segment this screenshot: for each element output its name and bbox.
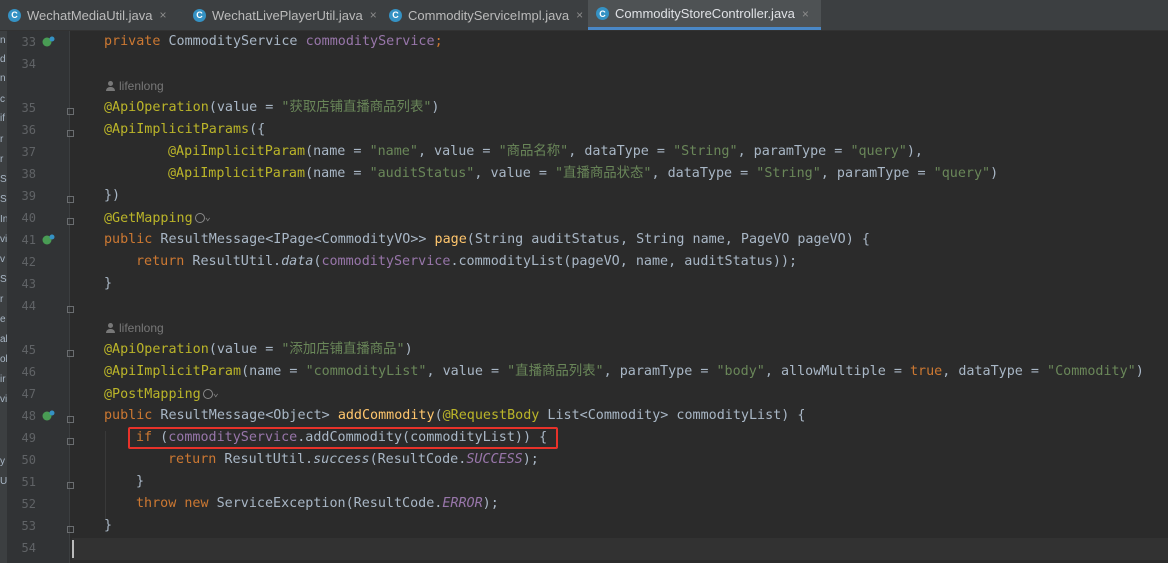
- line-number: 38: [21, 167, 36, 181]
- tab-label: WechatMediaUtil.java: [27, 7, 153, 23]
- editor-gutter: 33 34 35 36 37 38 39 40 41 42 43 44 45 4…: [7, 31, 74, 563]
- code-line-53[interactable]: }: [104, 515, 112, 537]
- project-tree-fragment: ol: [0, 354, 7, 365]
- tab-label: CommodityStoreController.java: [615, 6, 795, 21]
- project-tree-fragment: In: [0, 214, 7, 225]
- line-number: 48: [21, 409, 36, 423]
- code-line-46[interactable]: @ApiImplicitParam(name = "commodityList"…: [104, 361, 1144, 383]
- code-line-50[interactable]: return ResultUtil.success(ResultCode.SUC…: [168, 449, 539, 471]
- line-number: 50: [21, 453, 36, 467]
- code-line-35[interactable]: @ApiOperation(value = "获取店铺直播商品列表"): [104, 97, 439, 119]
- line-number: 42: [21, 255, 36, 269]
- java-class-icon: C: [8, 8, 21, 22]
- project-tree-fragment: n: [0, 73, 6, 84]
- endpoint-icon[interactable]: [42, 234, 55, 246]
- code-line-36[interactable]: @ApiImplicitParams({: [104, 119, 265, 141]
- project-tree-fragment: ir: [0, 374, 6, 385]
- close-icon[interactable]: ×: [159, 8, 166, 22]
- globe-icon[interactable]: [202, 389, 213, 399]
- chevron-down-icon[interactable]: ⌄: [205, 212, 211, 223]
- code-line-47[interactable]: @PostMapping ⌄: [104, 383, 219, 405]
- java-class-icon: C: [389, 8, 402, 22]
- project-panel-edge: n d n c if r r S S In vi v S r e al ol i…: [0, 31, 7, 563]
- project-tree-fragment: y: [0, 456, 5, 467]
- code-author-hint[interactable]: lifenlong: [106, 79, 164, 93]
- tab-commodity-store-controller[interactable]: C CommodityStoreController.java ×: [588, 0, 821, 30]
- line-number: 47: [21, 387, 36, 401]
- java-class-icon: C: [596, 7, 609, 20]
- project-tree-fragment: S: [0, 274, 7, 285]
- java-class-icon: C: [193, 8, 206, 22]
- project-tree-fragment: if: [0, 113, 5, 124]
- line-number: 34: [21, 57, 36, 71]
- line-number: 49: [21, 431, 36, 445]
- chevron-down-icon[interactable]: ⌄: [213, 388, 219, 399]
- line-number: 33: [21, 35, 36, 49]
- line-number: 44: [21, 299, 36, 313]
- line-number: 40: [21, 211, 36, 225]
- line-number: 52: [21, 497, 36, 511]
- project-tree-fragment: al: [0, 334, 7, 345]
- globe-icon[interactable]: [194, 213, 205, 223]
- person-icon: [106, 81, 115, 91]
- project-tree-fragment: S: [0, 194, 7, 205]
- line-number: 35: [21, 101, 36, 115]
- line-number: 46: [21, 365, 36, 379]
- code-line-48[interactable]: public ResultMessage<Object> addCommodit…: [104, 405, 805, 427]
- code-line-40[interactable]: @GetMapping ⌄: [104, 207, 211, 229]
- line-number: 51: [21, 475, 36, 489]
- close-icon[interactable]: ×: [370, 8, 377, 22]
- indent-guide: [105, 431, 106, 519]
- line-number: 53: [21, 519, 36, 533]
- line-number: 41: [21, 233, 36, 247]
- code-line-38[interactable]: @ApiImplicitParam(name = "auditStatus", …: [168, 163, 998, 185]
- line-number: 37: [21, 145, 36, 159]
- project-tree-fragment: r: [0, 154, 4, 165]
- close-icon[interactable]: ×: [576, 8, 583, 22]
- endpoint-icon[interactable]: [42, 410, 55, 422]
- project-tree-fragment: n: [0, 35, 6, 46]
- project-tree-fragment: U: [0, 476, 7, 487]
- code-author-hint[interactable]: lifenlong: [106, 321, 164, 335]
- code-editor[interactable]: private CommodityService commodityServic…: [72, 31, 1168, 563]
- project-tree-fragment: e: [0, 314, 6, 325]
- red-highlight-box: [128, 427, 558, 449]
- code-line-43[interactable]: }: [104, 273, 112, 295]
- line-number: 54: [21, 541, 36, 555]
- line-number: 39: [21, 189, 36, 203]
- tab-label: CommodityServiceImpl.java: [408, 7, 570, 23]
- line-number: 43: [21, 277, 36, 291]
- project-tree-fragment: d: [0, 54, 6, 65]
- code-line-33[interactable]: private CommodityService commodityServic…: [104, 31, 443, 53]
- project-tree-fragment: r: [0, 294, 4, 305]
- code-line-51[interactable]: }: [136, 471, 144, 493]
- tab-wechat-live-player-util[interactable]: C WechatLivePlayerUtil.java ×: [185, 0, 381, 30]
- close-icon[interactable]: ×: [802, 7, 809, 21]
- project-tree-fragment: S: [0, 174, 7, 185]
- code-line-39[interactable]: }): [104, 185, 120, 207]
- line-number: 36: [21, 123, 36, 137]
- bean-injection-icon[interactable]: [42, 36, 55, 48]
- code-line-41[interactable]: public ResultMessage<IPage<CommodityVO>>…: [104, 229, 870, 251]
- project-tree-fragment: c: [0, 94, 5, 105]
- editor-tab-bar: C WechatMediaUtil.java × C WechatLivePla…: [0, 0, 1168, 31]
- code-line-37[interactable]: @ApiImplicitParam(name = "name", value =…: [168, 141, 923, 163]
- line-number: 45: [21, 343, 36, 357]
- code-line-42[interactable]: return ResultUtil.data(commodityService.…: [136, 251, 797, 273]
- project-tree-fragment: v: [0, 254, 5, 265]
- current-line-highlight: [72, 538, 1168, 560]
- project-tree-fragment: vi: [0, 394, 7, 405]
- project-tree-fragment: r: [0, 134, 4, 145]
- person-icon: [106, 323, 115, 333]
- project-tree-fragment: vi: [0, 234, 7, 245]
- tab-label: WechatLivePlayerUtil.java: [212, 7, 363, 23]
- code-line-45[interactable]: @ApiOperation(value = "添加店铺直播商品"): [104, 339, 413, 361]
- code-line-52[interactable]: throw new ServiceException(ResultCode.ER…: [136, 493, 499, 515]
- tab-commodity-service-impl[interactable]: C CommodityServiceImpl.java ×: [381, 0, 588, 30]
- tab-wechat-media-util[interactable]: C WechatMediaUtil.java ×: [0, 0, 185, 30]
- text-caret: [72, 540, 74, 558]
